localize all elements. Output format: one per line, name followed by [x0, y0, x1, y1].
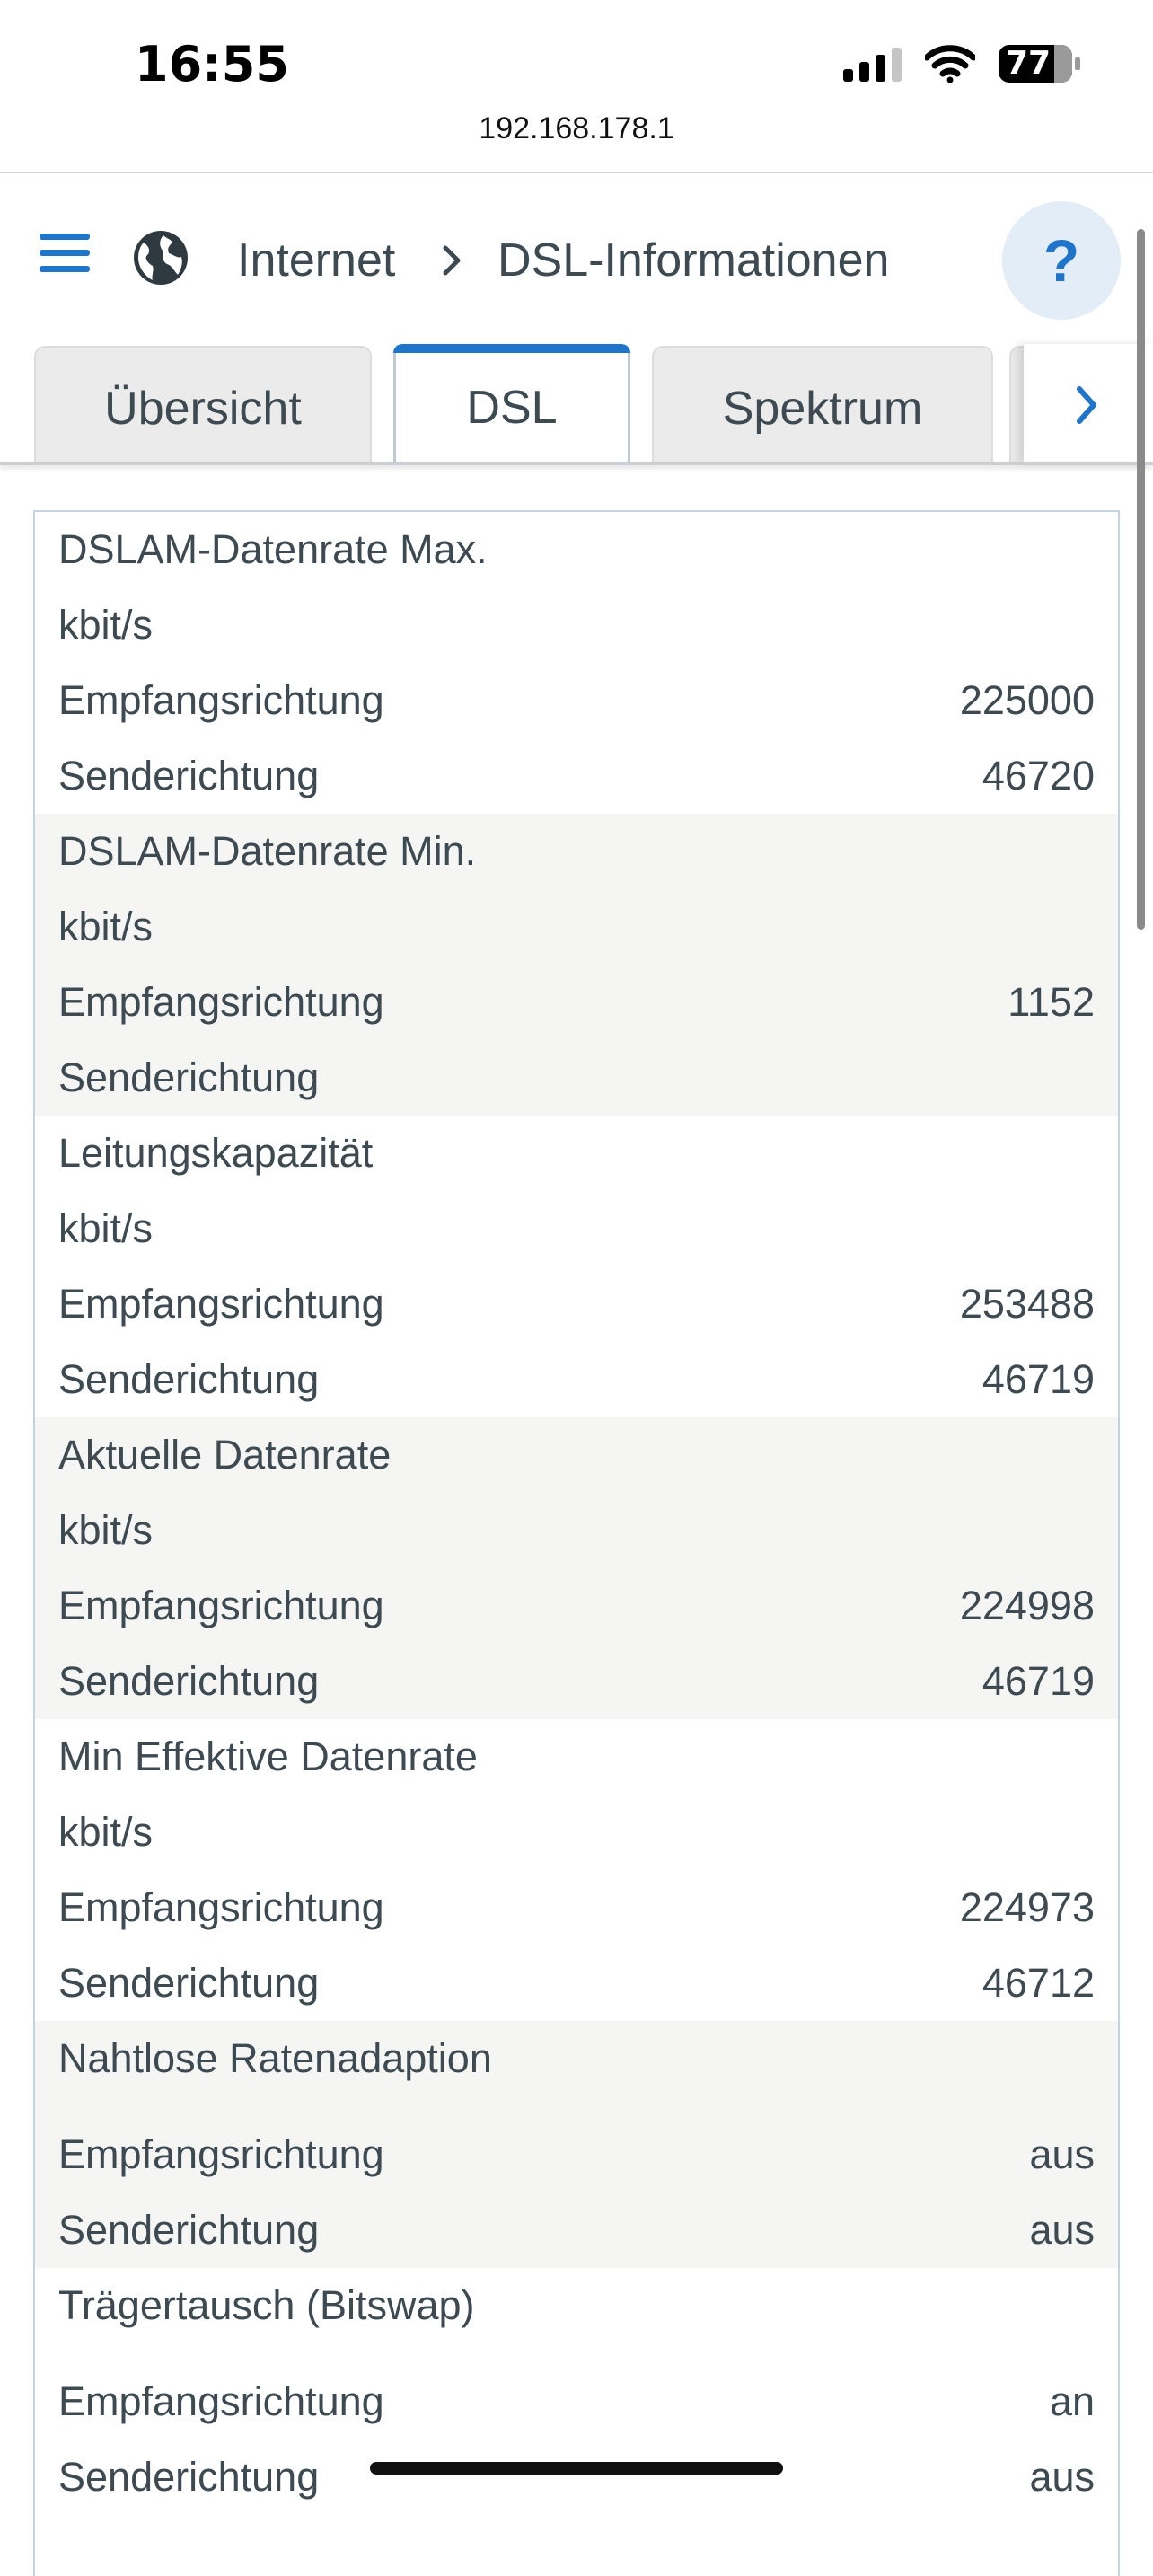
table-group: Trägertausch (Bitswap) Empfangsrichtung …	[35, 2268, 1118, 2515]
menu-icon[interactable]	[40, 234, 90, 273]
row-value: 46719	[981, 1356, 1095, 1402]
row-label: Senderichtung	[58, 1960, 320, 2006]
status-bar: 16:55 77	[0, 0, 1153, 108]
table-row: Senderichtung 46719	[35, 1644, 1118, 1719]
address-bar-url[interactable]: 192.168.178.1	[0, 111, 1153, 146]
table-group: DSLAM-Datenrate Max. kbit/s Empfangsrich…	[35, 512, 1118, 814]
row-value: 225000	[959, 677, 1095, 723]
status-time: 16:55	[135, 36, 289, 93]
row-label: Senderichtung	[58, 2207, 320, 2253]
dsl-info-table: DSLAM-Datenrate Max. kbit/s Empfangsrich…	[33, 510, 1120, 2576]
row-label: Senderichtung	[58, 1658, 320, 1704]
group-title: Nahtlose Ratenadaption	[58, 2035, 492, 2081]
battery-icon: 77	[999, 45, 1080, 83]
row-label: Empfangsrichtung	[58, 1583, 384, 1628]
row-label: Senderichtung	[58, 753, 320, 798]
table-group: Aktuelle Datenrate kbit/s Empfangsrichtu…	[35, 1417, 1118, 1719]
status-icons: 77	[843, 45, 1080, 83]
table-group: Nahtlose Ratenadaption Empfangsrichtung …	[35, 2021, 1118, 2268]
row-value: an	[1049, 2378, 1095, 2424]
row-value: aus	[1029, 2131, 1095, 2177]
table-group: DSLAM-Datenrate Min. kbit/s Empfangsrich…	[35, 814, 1118, 1116]
tabs-divider	[0, 462, 1153, 465]
table-row: Empfangsrichtung an	[35, 2364, 1118, 2439]
home-indicator[interactable]	[370, 2462, 783, 2475]
group-title: Trägertausch (Bitswap)	[58, 2282, 475, 2328]
wifi-icon	[925, 45, 975, 83]
row-value: 46712	[981, 1960, 1095, 2006]
table-row: Empfangsrichtung aus	[35, 2117, 1118, 2192]
row-label: Empfangsrichtung	[58, 1884, 384, 1930]
table-row: Senderichtung 46712	[35, 1945, 1118, 2021]
table-row: Empfangsrichtung 224973	[35, 1870, 1118, 1945]
breadcrumb-dsl-informationen: DSL-Informationen	[497, 234, 890, 287]
tab-bar: Übersicht DSL Spektrum	[0, 344, 1153, 464]
row-value: 46719	[981, 1658, 1095, 1704]
table-row: Empfangsrichtung 225000	[35, 663, 1118, 738]
group-unit: kbit/s	[58, 1205, 154, 1251]
tab-dsl[interactable]: DSL	[393, 344, 630, 464]
chevron-right-icon	[443, 245, 461, 276]
table-group: Leitungskapazität kbit/s Empfangsrichtun…	[35, 1116, 1118, 1417]
breadcrumb-internet[interactable]: Internet	[237, 232, 395, 289]
table-row: Senderichtung 46719	[35, 1342, 1118, 1417]
table-row: Senderichtung aus	[35, 2192, 1118, 2268]
table-row: Empfangsrichtung 253488	[35, 1266, 1118, 1342]
group-title: Min Effektive Datenrate	[58, 1734, 478, 1779]
group-unit: kbit/s	[58, 1507, 154, 1553]
page-scrollbar[interactable]	[1137, 229, 1145, 930]
row-label: Empfangsrichtung	[58, 677, 384, 723]
row-value: 1152	[1008, 979, 1095, 1025]
tab-spektrum[interactable]: Spektrum	[652, 346, 993, 463]
globe-icon	[134, 231, 188, 285]
row-label: Empfangsrichtung	[58, 979, 384, 1025]
group-title: Leitungskapazität	[58, 1130, 374, 1176]
group-unit: kbit/s	[58, 602, 154, 648]
row-value: aus	[1029, 2454, 1095, 2500]
table-row: Empfangsrichtung 224998	[35, 1568, 1118, 1644]
row-value: aus	[1029, 2207, 1095, 2253]
row-label: Senderichtung	[58, 2454, 320, 2500]
help-button[interactable]: ?	[1002, 201, 1121, 320]
table-group: Min Effektive Datenrate kbit/s Empfangsr…	[35, 1719, 1118, 2021]
row-label: Senderichtung	[58, 1356, 320, 1402]
battery-level: 77	[1005, 45, 1052, 82]
row-label: Empfangsrichtung	[58, 1281, 384, 1327]
group-title: DSLAM-Datenrate Max.	[58, 526, 488, 572]
divider	[0, 172, 1153, 173]
group-unit: kbit/s	[58, 1809, 154, 1855]
group-title: DSLAM-Datenrate Min.	[58, 828, 477, 874]
row-value: 224973	[959, 1884, 1095, 1930]
table-row: Senderichtung	[35, 1040, 1118, 1116]
group-title: Aktuelle Datenrate	[58, 1432, 392, 1478]
table-row: Senderichtung aus	[35, 2439, 1118, 2515]
tab-uebersicht[interactable]: Übersicht	[34, 346, 372, 463]
row-value: 224998	[959, 1583, 1095, 1628]
tabs-scroll-right-button[interactable]	[1024, 344, 1153, 463]
row-label: Empfangsrichtung	[58, 2378, 384, 2424]
row-label: Senderichtung	[58, 1054, 320, 1100]
row-value: 253488	[959, 1281, 1095, 1327]
chevron-right-icon	[1077, 386, 1096, 424]
group-unit: kbit/s	[58, 904, 154, 949]
cellular-signal-icon	[843, 46, 902, 82]
row-label: Empfangsrichtung	[58, 2131, 384, 2177]
table-row: Senderichtung 46720	[35, 738, 1118, 814]
row-value: 46720	[981, 753, 1095, 798]
table-row: Empfangsrichtung 1152	[35, 965, 1118, 1040]
